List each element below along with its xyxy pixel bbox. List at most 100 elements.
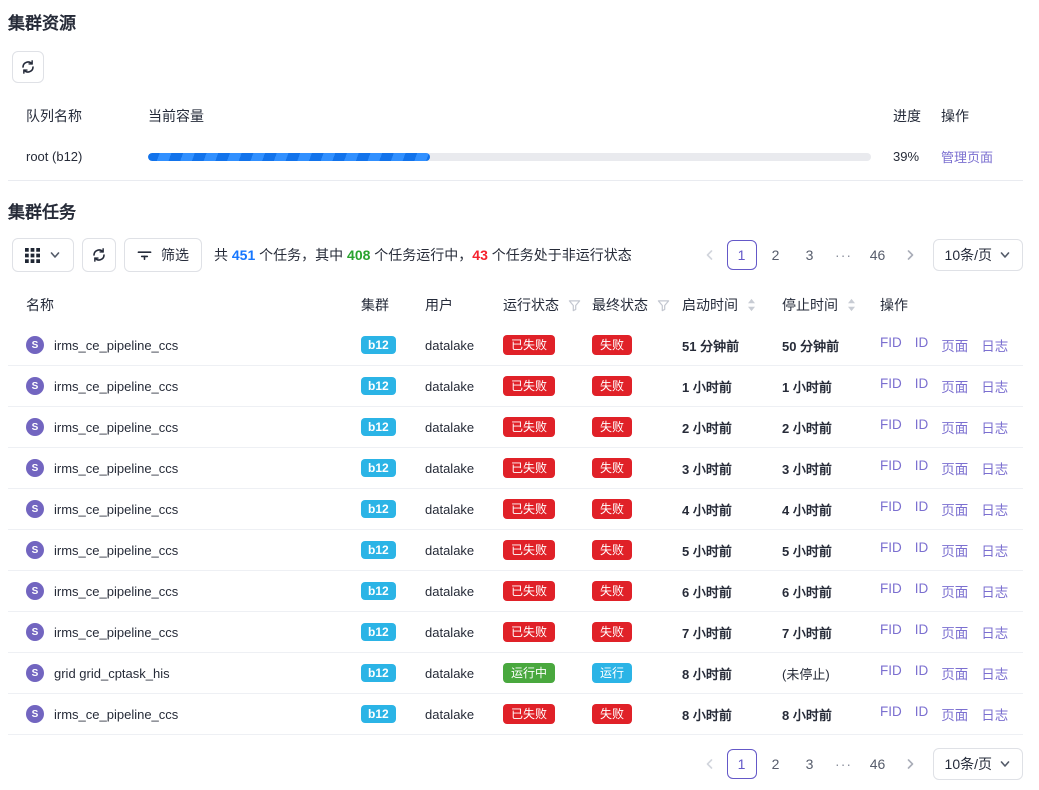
page-size-select[interactable]: 10条/页 xyxy=(933,748,1023,780)
task-name-cell: Sirms_ce_pipeline_ccs xyxy=(26,623,361,641)
pagination-prev-button[interactable] xyxy=(697,749,723,779)
spark-avatar: S xyxy=(26,459,44,477)
total-task-count: 451 xyxy=(232,247,255,263)
final-status-badge: 失败 xyxy=(592,417,632,437)
sorter-icon[interactable] xyxy=(847,298,856,312)
run-status-cell: 已失败 xyxy=(503,417,592,437)
op-link-log[interactable]: 日志 xyxy=(981,704,1008,724)
op-link-log[interactable]: 日志 xyxy=(981,622,1008,642)
column-header-集群: 集群 xyxy=(361,295,425,315)
pagination-page-46[interactable]: 46 xyxy=(863,749,893,779)
op-link-page[interactable]: 页面 xyxy=(941,376,968,396)
cluster-badge: b12 xyxy=(361,500,396,518)
op-link-id[interactable]: ID xyxy=(915,335,929,355)
op-link-fid[interactable]: FID xyxy=(880,376,902,396)
page-size-select[interactable]: 10条/页 xyxy=(933,239,1023,271)
op-link-log[interactable]: 日志 xyxy=(981,581,1008,601)
stop-time: 2 小时前 xyxy=(782,418,880,437)
op-link-page[interactable]: 页面 xyxy=(941,458,968,478)
cluster-badge: b12 xyxy=(361,623,396,641)
filter-button[interactable]: 筛选 xyxy=(124,238,202,272)
filter-icon[interactable] xyxy=(657,299,670,312)
start-time: 6 小时前 xyxy=(682,582,782,601)
op-link-id[interactable]: ID xyxy=(915,458,929,478)
op-link-log[interactable]: 日志 xyxy=(981,458,1008,478)
task-name-cell: Sirms_ce_pipeline_ccs xyxy=(26,377,361,395)
pagination-bottom: 123···46 10条/页 xyxy=(697,748,1023,780)
spark-avatar: S xyxy=(26,500,44,518)
op-link-id[interactable]: ID xyxy=(915,499,929,519)
pagination-page-2[interactable]: 2 xyxy=(761,749,791,779)
sorter-icon[interactable] xyxy=(747,298,756,312)
cluster-cell: b12 xyxy=(361,541,425,559)
op-link-page[interactable]: 页面 xyxy=(941,663,968,683)
op-link-id[interactable]: ID xyxy=(915,376,929,396)
op-link-page[interactable]: 页面 xyxy=(941,581,968,601)
op-link-page[interactable]: 页面 xyxy=(941,622,968,642)
final-status-cell: 失败 xyxy=(592,540,682,560)
cluster-cell: b12 xyxy=(361,459,425,477)
filter-icon[interactable] xyxy=(568,299,581,312)
pagination-page-46[interactable]: 46 xyxy=(863,240,893,270)
final-status-badge: 失败 xyxy=(592,458,632,478)
op-link-log[interactable]: 日志 xyxy=(981,499,1008,519)
pagination-next-button[interactable] xyxy=(897,749,923,779)
operations-cell: FID ID 页面日志 xyxy=(880,581,1023,601)
op-link-log[interactable]: 日志 xyxy=(981,540,1008,560)
op-link-log[interactable]: 日志 xyxy=(981,376,1008,396)
op-link-page[interactable]: 页面 xyxy=(941,335,968,355)
stop-time: 4 小时前 xyxy=(782,500,880,519)
op-link-fid[interactable]: FID xyxy=(880,704,902,724)
manage-page-link[interactable]: 管理页面 xyxy=(941,150,993,165)
run-status-badge: 已失败 xyxy=(503,499,555,519)
user-cell: datalake xyxy=(425,461,503,476)
op-link-log[interactable]: 日志 xyxy=(981,663,1008,683)
run-status-cell: 已失败 xyxy=(503,622,592,642)
op-link-id[interactable]: ID xyxy=(915,704,929,724)
op-link-page[interactable]: 页面 xyxy=(941,499,968,519)
spark-avatar: S xyxy=(26,582,44,600)
op-link-fid[interactable]: FID xyxy=(880,663,902,683)
final-status-badge: 失败 xyxy=(592,540,632,560)
tasks-refresh-button[interactable] xyxy=(82,238,116,272)
refresh-icon xyxy=(91,247,107,263)
start-time: 7 小时前 xyxy=(682,623,782,642)
start-time: 3 小时前 xyxy=(682,459,782,478)
pagination-next-button[interactable] xyxy=(897,240,923,270)
page-size-value: 10条/页 xyxy=(945,245,992,265)
op-link-fid[interactable]: FID xyxy=(880,458,902,478)
user-cell: datalake xyxy=(425,543,503,558)
column-settings-dropdown-button[interactable] xyxy=(12,238,74,272)
op-link-log[interactable]: 日志 xyxy=(981,335,1008,355)
op-link-id[interactable]: ID xyxy=(915,417,929,437)
pagination-page-3[interactable]: 3 xyxy=(795,240,825,270)
operations-cell: FID ID 页面日志 xyxy=(880,376,1023,396)
run-status-cell: 已失败 xyxy=(503,581,592,601)
cluster-badge: b12 xyxy=(361,582,396,600)
summary-text: 个任务运行中， xyxy=(370,247,472,263)
pagination-prev-button[interactable] xyxy=(697,240,723,270)
op-link-id[interactable]: ID xyxy=(915,622,929,642)
op-link-page[interactable]: 页面 xyxy=(941,417,968,437)
op-link-page[interactable]: 页面 xyxy=(941,704,968,724)
op-link-id[interactable]: ID xyxy=(915,581,929,601)
capacity-header: 当前容量 xyxy=(148,106,893,126)
start-time: 4 小时前 xyxy=(682,500,782,519)
final-status-badge: 失败 xyxy=(592,499,632,519)
op-link-log[interactable]: 日志 xyxy=(981,417,1008,437)
op-link-fid[interactable]: FID xyxy=(880,499,902,519)
op-link-id[interactable]: ID xyxy=(915,663,929,683)
running-task-count: 408 xyxy=(347,247,370,263)
pagination-page-2[interactable]: 2 xyxy=(761,240,791,270)
op-link-fid[interactable]: FID xyxy=(880,581,902,601)
pagination-page-3[interactable]: 3 xyxy=(795,749,825,779)
resources-refresh-button[interactable] xyxy=(12,51,44,83)
op-link-page[interactable]: 页面 xyxy=(941,540,968,560)
op-link-fid[interactable]: FID xyxy=(880,417,902,437)
op-link-id[interactable]: ID xyxy=(915,540,929,560)
op-link-fid[interactable]: FID xyxy=(880,622,902,642)
pagination-page-1[interactable]: 1 xyxy=(727,240,757,270)
pagination-page-1[interactable]: 1 xyxy=(727,749,757,779)
op-link-fid[interactable]: FID xyxy=(880,540,902,560)
op-link-fid[interactable]: FID xyxy=(880,335,902,355)
